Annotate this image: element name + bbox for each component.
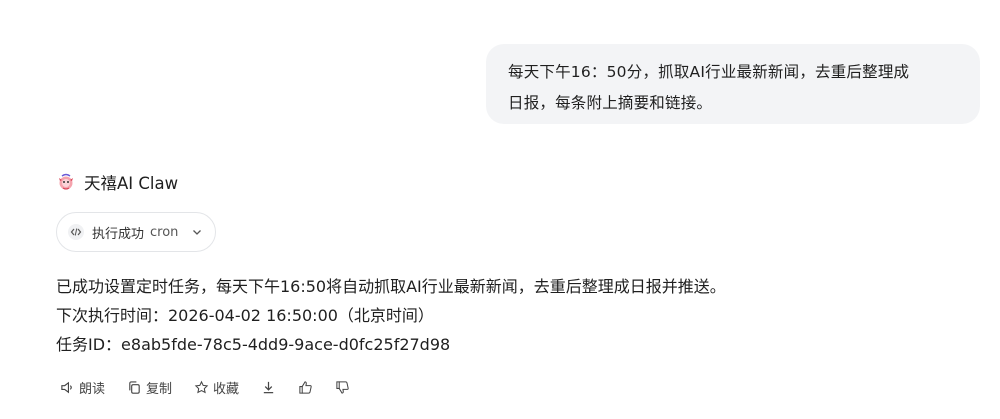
chat-page: 每天下午16：50分，抓取AI行业最新新闻，去重后整理成 日报，每条附上摘要和链…: [0, 0, 1000, 419]
execution-status: 执行成功: [92, 226, 145, 242]
response-line-3: 任务ID：e8ab5fde-78c5-4dd9-9ace-d0fc25f27d9…: [56, 335, 451, 354]
claw-mascot-icon: [56, 172, 76, 192]
assistant-name: 天禧AI Claw: [84, 174, 179, 193]
thumbs-up-icon: [299, 380, 312, 394]
download-icon: [263, 381, 274, 393]
thumbs-up-button[interactable]: [298, 380, 317, 395]
copy-label: 复制: [146, 381, 173, 397]
read-aloud-label: 朗读: [79, 381, 106, 397]
favorite-button[interactable]: 收藏: [194, 378, 239, 397]
message-action-bar: 朗读 复制 收藏: [60, 377, 372, 397]
execution-command: cron: [150, 224, 179, 240]
thumbs-down-icon: [336, 380, 349, 394]
execution-status-pill[interactable]: 执行成功 cron: [56, 212, 216, 252]
code-icon: [68, 224, 84, 240]
copy-icon: [129, 380, 140, 394]
response-line-2: 下次执行时间：2026-04-02 16:50:00（北京时间）: [56, 306, 434, 325]
user-message-line-2: 日报，每条附上摘要和链接。: [508, 94, 713, 112]
user-message-bubble: 每天下午16：50分，抓取AI行业最新新闻，去重后整理成 日报，每条附上摘要和链…: [486, 44, 980, 124]
favorite-icon: [194, 380, 209, 393]
favorite-label: 收藏: [213, 381, 240, 397]
response-line-1: 已成功设置定时任务，每天下午16:50将自动抓取AI行业最新新闻，去重后整理成日…: [56, 277, 726, 296]
copy-button[interactable]: 复制: [127, 378, 172, 397]
read-aloud-button[interactable]: 朗读: [60, 378, 105, 397]
assistant-header: 天禧AI Claw: [56, 168, 178, 196]
download-button[interactable]: [261, 380, 280, 395]
user-message-line-1: 每天下午16：50分，抓取AI行业最新新闻，去重后整理成: [508, 63, 910, 81]
assistant-response: 已成功设置定时任务，每天下午16:50将自动抓取AI行业最新新闻，去重后整理成日…: [56, 272, 726, 359]
speaker-icon: [61, 381, 72, 393]
thumbs-down-button[interactable]: [335, 380, 354, 395]
chevron-down-icon: [193, 230, 201, 235]
